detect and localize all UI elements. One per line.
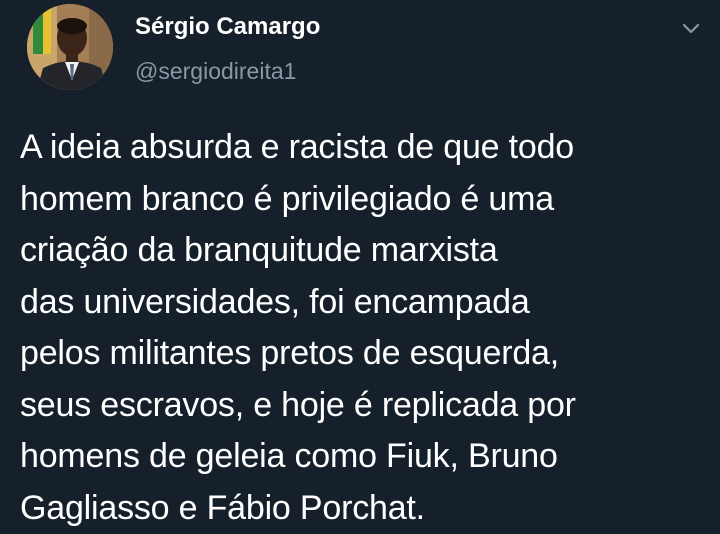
tweet-text: A ideia absurda e racista de que todo ho… bbox=[20, 122, 710, 534]
tweet-text-line: homem branco é privilegiado é uma bbox=[20, 174, 710, 226]
chevron-down-icon[interactable] bbox=[676, 16, 706, 40]
tweet-text-line: das universidades, foi encampada bbox=[20, 277, 710, 329]
tweet-text-line: Gagliasso e Fábio Porchat. bbox=[20, 483, 710, 534]
author-display-name[interactable]: Sérgio Camargo bbox=[135, 12, 320, 42]
tweet-card: Sérgio Camargo @sergiodireita1 A ideia a… bbox=[0, 0, 720, 532]
tweet-text-line: seus escravos, e hoje é replicada por bbox=[20, 380, 710, 432]
avatar-photo bbox=[27, 4, 113, 90]
tweet-text-line: A ideia absurda e racista de que todo bbox=[20, 122, 710, 174]
tweet-text-line: criação da branquitude marxista bbox=[20, 225, 710, 277]
avatar[interactable] bbox=[27, 4, 113, 90]
tweet-text-line: homens de geleia como Fiuk, Bruno bbox=[20, 431, 710, 483]
tweet-text-line: pelos militantes pretos de esquerda, bbox=[20, 328, 710, 380]
author-handle[interactable]: @sergiodireita1 bbox=[135, 56, 296, 86]
